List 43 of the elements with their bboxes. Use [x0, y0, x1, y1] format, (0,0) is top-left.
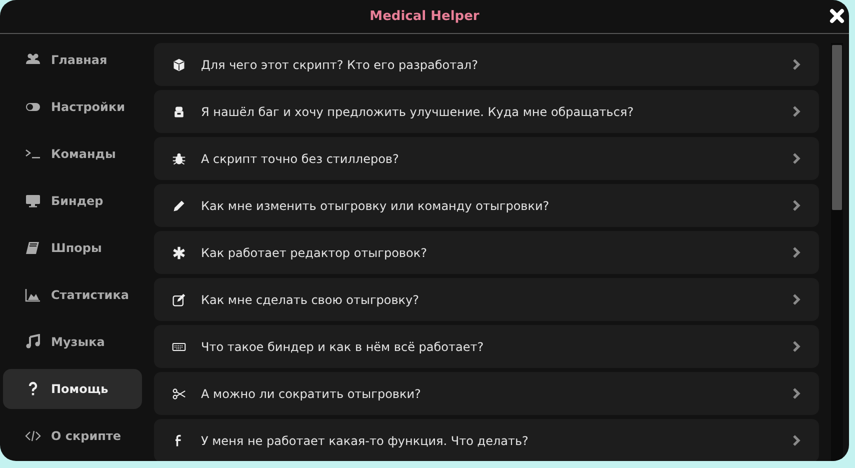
- cube-icon: [172, 58, 186, 72]
- faq-item[interactable]: Как работает редактор отыгровок?: [154, 231, 819, 274]
- faq-item[interactable]: Что такое биндер и как в нём всё работает?: [154, 325, 819, 368]
- faq-item[interactable]: А можно ли сократить отыгровки?: [154, 372, 819, 415]
- sidebar-item[interactable]: Помощь: [3, 369, 142, 409]
- sidebar-item[interactable]: О скрипте: [3, 416, 142, 456]
- chevron-right-icon: [792, 105, 801, 118]
- chevron-right-icon: [792, 152, 801, 165]
- asterisk-icon: [172, 246, 186, 260]
- faq-item[interactable]: Как мне изменить отыгровку или команду отыгровки?: [154, 184, 819, 227]
- edit-icon: [172, 292, 186, 306]
- sidebar-item[interactable]: Шпоры: [3, 228, 142, 268]
- sidebar-item[interactable]: Музыка: [3, 322, 142, 362]
- scrollbar[interactable]: [831, 43, 843, 461]
- chevron-right-icon: [792, 434, 801, 447]
- close-button[interactable]: [829, 8, 845, 24]
- faq-item[interactable]: Для чего этот скрипт? Кто его разработал?: [154, 43, 819, 86]
- sidebar-item[interactable]: Команды: [3, 134, 142, 174]
- bug-icon: [172, 152, 186, 166]
- area-chart-icon: [25, 287, 41, 303]
- sidebar-item[interactable]: Биндер: [3, 181, 142, 221]
- window-title: Medical Helper: [370, 8, 480, 26]
- book-icon: [25, 240, 41, 256]
- faq-item[interactable]: Как мне сделать свою отыгровку?: [154, 278, 819, 321]
- close-icon: [829, 8, 845, 24]
- monitor-icon: [25, 193, 41, 209]
- chevron-right-icon: [792, 199, 801, 212]
- chevron-right-icon: [792, 387, 801, 400]
- faq-item[interactable]: А скрипт точно без стиллеров?: [154, 137, 819, 180]
- code-icon: [25, 428, 41, 444]
- sidebar-item[interactable]: Статистика: [3, 275, 142, 315]
- scissors-icon: [172, 386, 186, 400]
- faq-item[interactable]: Я нашёл баг и хочу предложить улучшение. Куда мне обращаться?: [154, 90, 819, 133]
- chevron-right-icon: [792, 246, 801, 259]
- faq-item[interactable]: У меня не работает какая-то функция. Что делать?: [154, 419, 819, 461]
- sidebar-item[interactable]: Настройки: [3, 87, 142, 127]
- music-icon: [25, 334, 41, 350]
- pencil-icon: [172, 198, 186, 212]
- scrollbar-thumb[interactable]: [832, 45, 842, 210]
- chevron-right-icon: [792, 340, 801, 353]
- sidebar-item[interactable]: Главная: [3, 40, 142, 80]
- chevron-right-icon: [792, 58, 801, 71]
- chevron-right-icon: [792, 293, 801, 306]
